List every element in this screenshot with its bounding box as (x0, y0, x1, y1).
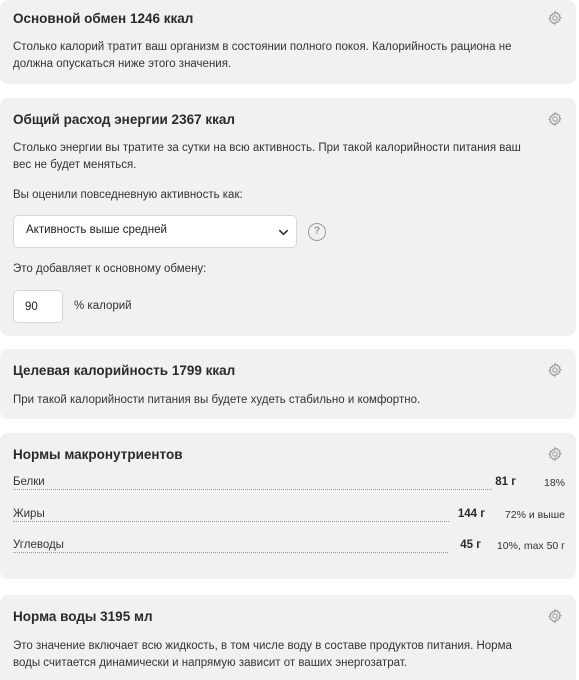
chevron-down-icon (279, 229, 288, 236)
macro-grams: 144 г (454, 508, 485, 520)
water-description-line-1: Это значение включает всю жидкость, в то… (13, 640, 512, 652)
macro-percent: 10%, max 50 г (496, 540, 565, 552)
bmr-description-line-2: должна опускаться ниже этого значения. (13, 58, 232, 70)
bmr-card: Основной обмен 1246 ккал Столько калорий… (0, 0, 576, 84)
target-card: Целевая калорийность 1799 ккал При такой… (0, 349, 576, 419)
dotted-leader (13, 489, 492, 490)
water-card: Норма воды 3195 мл Это значение включает… (0, 595, 576, 680)
adds-to-bmr-label: Это добавляет к основному обмену: (13, 263, 207, 275)
activity-select-value: Активность выше средней (26, 224, 167, 236)
gear-icon[interactable] (547, 10, 563, 26)
macro-name: Жиры (13, 508, 47, 520)
macro-row-fat: Жиры 144 г 72% и выше (13, 508, 565, 526)
gear-icon[interactable] (547, 111, 563, 127)
gear-icon[interactable] (547, 362, 563, 378)
macros-title: Нормы макронутриентов (13, 447, 183, 462)
tdee-card: Общий расход энергии 2367 ккал Столько э… (0, 98, 576, 336)
target-title: Целевая калорийность 1799 ккал (13, 363, 236, 378)
tdee-title: Общий расход энергии 2367 ккал (13, 112, 235, 127)
macro-percent: 18% (543, 477, 565, 489)
activity-percent-input[interactable] (13, 290, 63, 323)
help-icon[interactable]: ? (308, 223, 326, 241)
macro-grams: 45 г (457, 539, 481, 551)
dotted-leader (13, 552, 448, 553)
gear-icon[interactable] (547, 608, 563, 624)
activity-select[interactable]: Активность выше средней (13, 215, 297, 248)
water-title: Норма воды 3195 мл (13, 609, 153, 624)
dotted-leader (13, 521, 449, 522)
macro-grams: 81 г (492, 476, 516, 488)
macro-name: Белки (13, 476, 47, 488)
macros-card: Нормы макронутриентов Белки 81 г 18% Жир… (0, 433, 576, 579)
tdee-description-line-2: вес не будет меняться. (13, 159, 137, 171)
activity-label: Вы оценили повседневную активность как: (13, 189, 243, 201)
water-description-line-2: воды считается динамически и напрямую за… (13, 657, 407, 669)
bmr-title: Основной обмен 1246 ккал (13, 11, 194, 26)
macro-name: Углеводы (13, 539, 66, 551)
gear-icon[interactable] (547, 446, 563, 462)
macro-row-carbs: Углеводы 45 г 10%, max 50 г (13, 539, 565, 557)
macro-row-protein: Белки 81 г 18% (13, 476, 565, 494)
target-description: При такой калорийности питания вы будете… (13, 394, 421, 406)
bmr-description-line-1: Столько калорий тратит ваш организм в со… (13, 41, 512, 53)
macro-percent: 72% и выше (504, 509, 565, 521)
tdee-description-line-1: Столько энергии вы тратите за сутки на в… (13, 142, 521, 154)
activity-percent-unit: % калорий (74, 300, 132, 312)
